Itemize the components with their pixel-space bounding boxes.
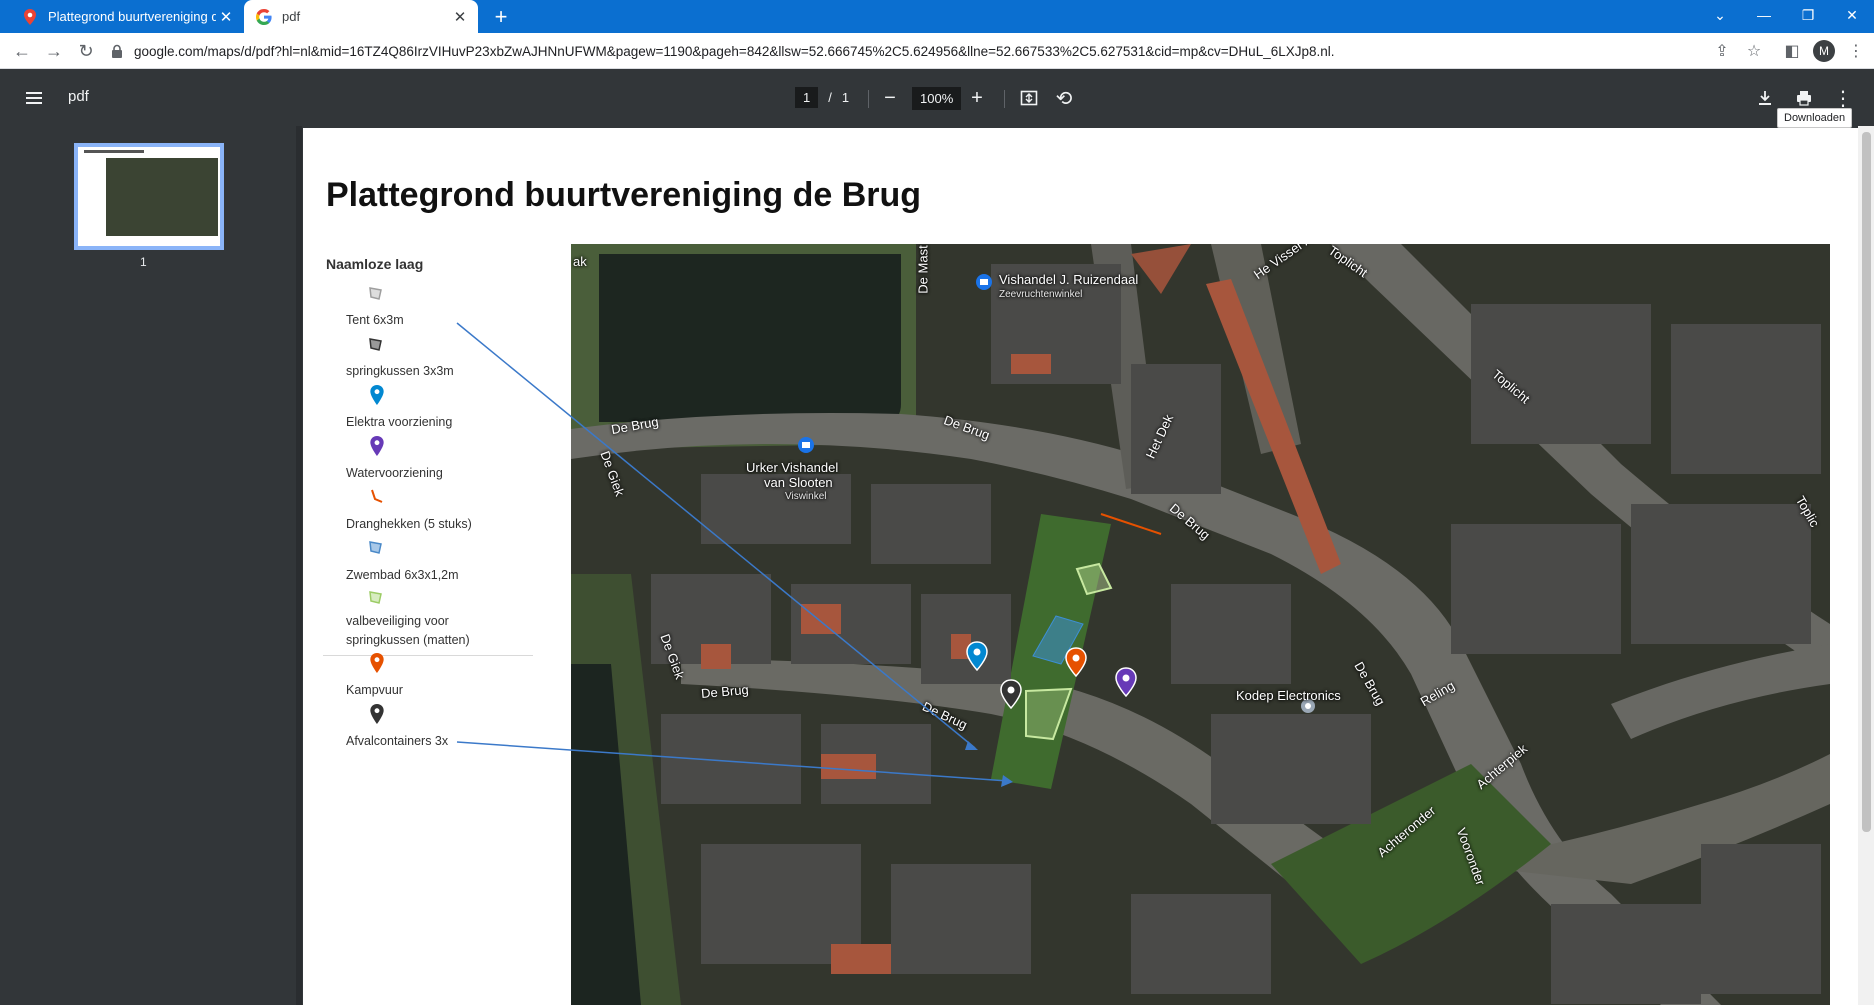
- page-number-input[interactable]: 1: [795, 87, 819, 108]
- map-poi-sublabel: Viswinkel: [785, 491, 827, 502]
- polygon-blue-icon: [369, 541, 382, 554]
- pdf-page: Plattegrond buurtvereniging de Brug Naam…: [303, 128, 1858, 1005]
- polygon-grey-icon: [369, 287, 382, 300]
- legend-heading: Naamloze laag: [326, 256, 424, 272]
- tab-title: pdf: [282, 9, 301, 24]
- legend-item-label: Afvalcontainers 3x: [346, 734, 449, 748]
- profile-avatar-button[interactable]: M: [1812, 39, 1836, 63]
- bookmark-star-icon[interactable]: ☆: [1742, 39, 1766, 63]
- zoom-level-input[interactable]: 100%: [912, 87, 962, 110]
- restore-icon[interactable]: ❐: [1786, 0, 1830, 30]
- legend-item-label: Dranghekken (5 stuks): [346, 517, 472, 531]
- back-arrow-icon[interactable]: ←: [10, 39, 34, 63]
- document-title: Plattegrond buurtvereniging de Brug: [326, 176, 922, 214]
- download-tooltip: Downloaden: [1777, 108, 1853, 128]
- legend-item-label: Kampvuur: [346, 683, 403, 697]
- legend-item-label: Tent 6x3m: [346, 313, 404, 327]
- map-poi-label: Urker Vishandel: [746, 460, 839, 475]
- page-separator: /: [828, 90, 832, 105]
- google-maps-pin-icon: [22, 8, 38, 25]
- thumbnail-map-preview: [106, 158, 218, 236]
- scrollbar-thumb[interactable]: [1862, 132, 1871, 832]
- thumbnail-page-number: 1: [140, 255, 147, 269]
- reload-icon[interactable]: ↻: [74, 39, 98, 63]
- polygon-dark-icon: [369, 338, 382, 351]
- legend-item-label: Zwembad 6x3x1,2m: [346, 568, 459, 582]
- tab-search-chevron-icon[interactable]: ⌄: [1698, 0, 1742, 30]
- fit-to-page-icon[interactable]: [1016, 85, 1042, 111]
- pin-black-icon: [370, 704, 384, 724]
- tab-strip: Plattegrond buurtvereniging de Brug ✕ pd…: [0, 0, 1874, 33]
- zoom-out-icon[interactable]: −: [877, 85, 903, 111]
- download-icon[interactable]: [1752, 85, 1778, 111]
- satellite-map: Vishandel J. Ruizendaal Zeevruchtenwinke…: [571, 244, 1830, 1005]
- map-street-label: De Mast: [915, 245, 931, 294]
- window-close-icon[interactable]: ✕: [1830, 0, 1874, 30]
- page-total: 1: [841, 90, 850, 105]
- tab-title: Plattegrond buurtvereniging de Brug: [48, 9, 216, 24]
- minimize-icon[interactable]: —: [1742, 0, 1786, 30]
- pin-orange-icon: [370, 653, 384, 673]
- new-tab-button[interactable]: +: [488, 4, 514, 30]
- zoom-in-icon[interactable]: +: [964, 85, 990, 111]
- legend-item-label: Watervoorziening: [346, 466, 443, 480]
- map-poi-sublabel: Zeevruchtenwinkel: [999, 289, 1083, 300]
- rotate-icon[interactable]: ⟲: [1051, 85, 1077, 111]
- map-poi-label: van Slooten: [764, 475, 833, 490]
- legend-item-label-line2: springkussen (matten): [346, 633, 470, 647]
- pin-purple-icon: [370, 436, 384, 456]
- toolbar-divider: [868, 90, 869, 108]
- sidebar-edge: [296, 126, 302, 1005]
- map-imagery: [571, 244, 1830, 1005]
- forward-arrow-icon[interactable]: →: [42, 39, 66, 63]
- browser-toolbar: ← → ↻ google.com/maps/d/pdf?hl=nl&mid=16…: [0, 33, 1874, 69]
- page-indicator: 1 / 1: [795, 87, 849, 108]
- line-orange-icon: [371, 489, 383, 503]
- polygon-green-icon: [369, 591, 382, 604]
- hamburger-menu-icon[interactable]: [22, 86, 46, 110]
- url-text: google.com/maps/d/pdf?hl=nl&mid=16TZ4Q86…: [134, 43, 1335, 59]
- lock-icon: [112, 44, 122, 58]
- side-panel-icon[interactable]: ◧: [1780, 39, 1804, 63]
- share-icon[interactable]: ⇪: [1710, 39, 1734, 63]
- pdf-title: pdf: [68, 88, 89, 105]
- map-street-label: ak: [573, 254, 587, 269]
- address-bar[interactable]: google.com/maps/d/pdf?hl=nl&mid=16TZ4Q86…: [110, 37, 1710, 65]
- google-g-icon: [256, 8, 272, 25]
- pin-blue-icon: [370, 385, 384, 405]
- close-tab-icon[interactable]: ✕: [216, 7, 236, 27]
- tab-pdf[interactable]: pdf ✕: [244, 0, 478, 33]
- close-tab-icon[interactable]: ✕: [450, 7, 470, 27]
- browser-menu-icon[interactable]: ⋮: [1844, 39, 1868, 63]
- toolbar-divider: [1004, 90, 1005, 108]
- pdf-toolbar: pdf 1 / 1 − 100% + ⟲ ⋮: [0, 70, 1874, 126]
- legend-item-label: Elektra voorziening: [346, 415, 453, 429]
- thumbnail-title-line: [84, 150, 144, 153]
- avatar: M: [1813, 40, 1835, 62]
- thumbnail-sidebar: [0, 126, 296, 1005]
- legend-panel: [323, 246, 533, 656]
- tab-maps[interactable]: Plattegrond buurtvereniging de Brug ✕: [8, 0, 244, 33]
- page-thumbnail[interactable]: [74, 143, 224, 250]
- map-poi-label: Vishandel J. Ruizendaal: [999, 272, 1139, 287]
- legend-item-label: valbeveiliging voor: [346, 614, 449, 628]
- map-poi-label: Kodep Electronics: [1236, 688, 1341, 703]
- legend-item-label: springkussen 3x3m: [346, 364, 454, 378]
